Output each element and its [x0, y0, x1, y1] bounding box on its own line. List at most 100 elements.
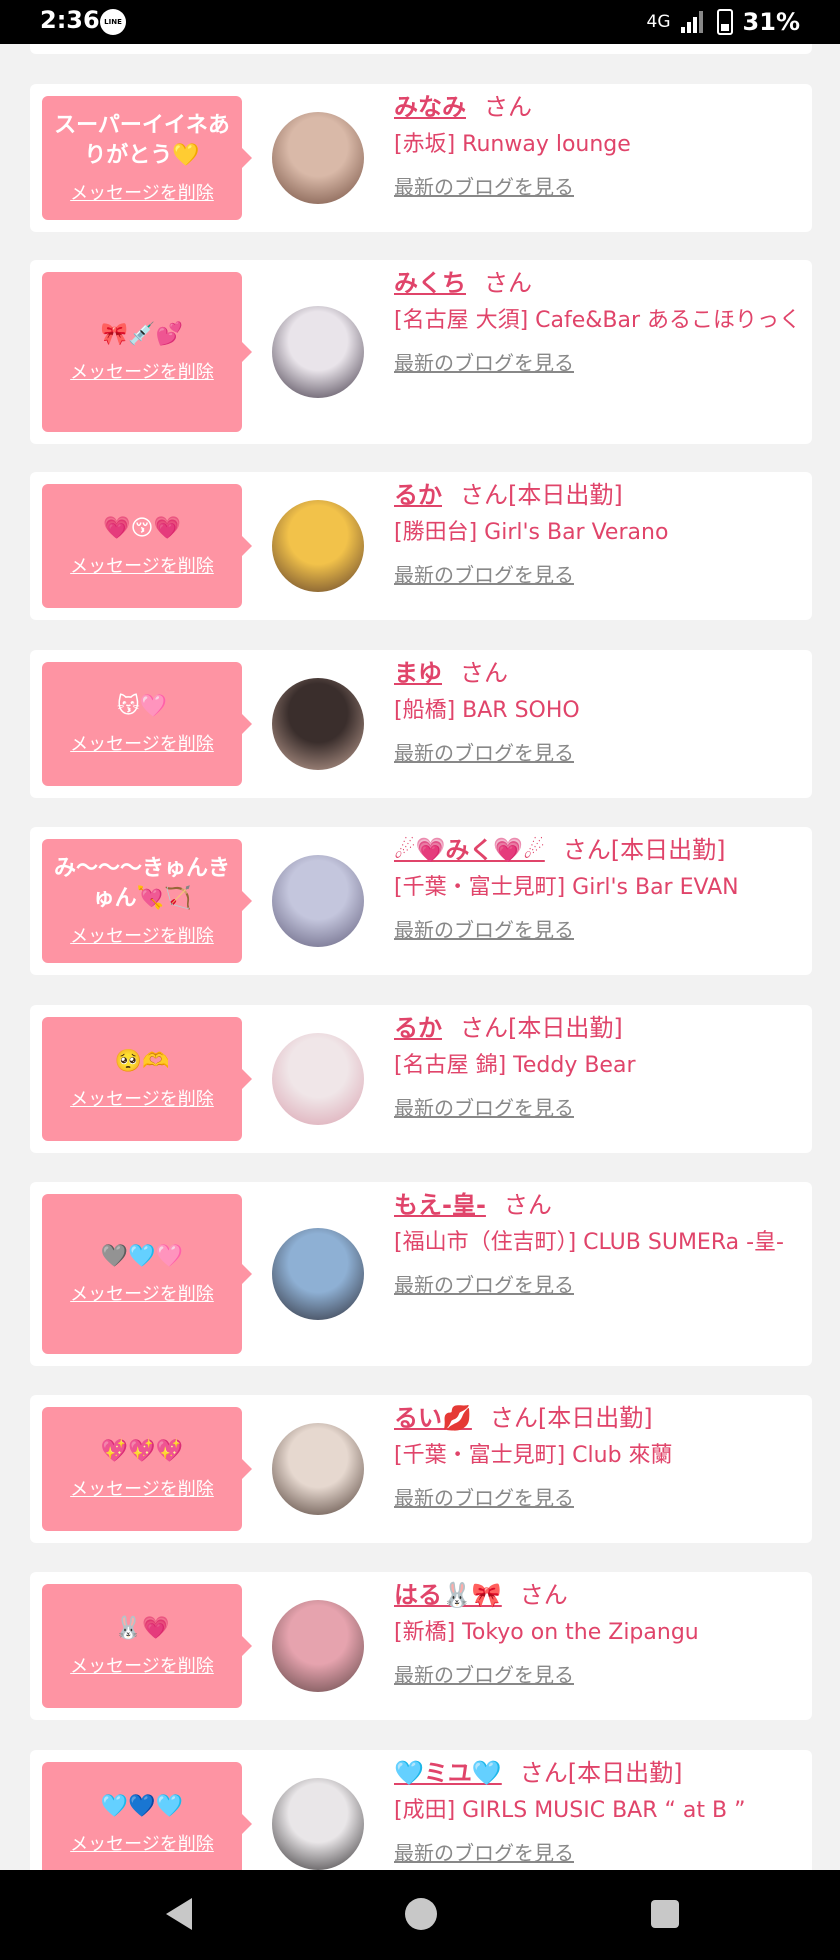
delete-message-link[interactable]: メッセージを削除 [50, 1652, 234, 1678]
profile-info: 🩵ミユ🩵 さん[本日出勤] [成田] GIRLS MUSIC BAR “ at B … [394, 1756, 804, 1868]
profile-name-link[interactable]: るか [394, 1014, 442, 1042]
delete-message-link[interactable]: メッセージを削除 [50, 1280, 234, 1306]
shop-name: [名古屋 大須] Cafe&Bar あるこほりっく [394, 308, 802, 333]
attendance-status: [本日出勤] [610, 836, 726, 864]
back-icon[interactable] [166, 1898, 192, 1930]
latest-blog-link[interactable]: 最新のブログを見る [394, 1093, 804, 1123]
shop-name: [名古屋 錦] Teddy Bear [394, 1053, 636, 1078]
name-row: るい💋 さん[本日出勤] [394, 1401, 804, 1435]
honorific: さん [519, 1759, 568, 1787]
avatar[interactable] [272, 112, 364, 204]
avatar[interactable] [272, 1600, 364, 1692]
message-text: 🩶🩵🩷 [100, 1244, 184, 1269]
profile-name-link[interactable]: るい💋 [394, 1404, 472, 1432]
avatar[interactable] [272, 500, 364, 592]
honorific: さん [460, 659, 508, 687]
message-card: スーパーイイネありがとう💛 メッセージを削除 みなみ さん [赤坂] Runway lo… [30, 84, 812, 232]
message-card: 🥺🫶 メッセージを削除 るか さん[本日出勤] [名古屋 錦] Teddy Bear 最新… [30, 1005, 812, 1153]
message-card: 💗😚💗 メッセージを削除 るか さん[本日出勤] [勝田台] Girl's Bar Ve… [30, 472, 812, 620]
avatar[interactable] [272, 1778, 364, 1870]
delete-message-link[interactable]: メッセージを削除 [50, 730, 234, 756]
latest-blog-link[interactable]: 最新のブログを見る [394, 348, 804, 378]
message-text: 🩵💙🩵 [100, 1794, 184, 1819]
attendance-status: [本日出勤] [567, 1759, 683, 1787]
profile-info: はる🐰🎀 さん [新橋] Tokyo on the Zipangu 最新のブログを見る [394, 1578, 804, 1690]
shop-name: [千葉・富士見町] Girl's Bar EVAN [394, 875, 739, 900]
latest-blog-link[interactable]: 最新のブログを見る [394, 738, 804, 768]
delete-message-link[interactable]: メッセージを削除 [50, 922, 234, 948]
honorific: さん [503, 1191, 552, 1219]
message-bubble: 💗😚💗 メッセージを削除 [42, 484, 252, 608]
message-card: み〜〜〜きゅんきゅん💘🏹 メッセージを削除 ☄💗みく💗☄ さん[本日出勤] [千葉・富士… [30, 827, 812, 975]
latest-blog-link[interactable]: 最新のブログを見る [394, 1838, 804, 1868]
profile-name-link[interactable]: みなみ [394, 93, 466, 121]
message-text: 🐰💗 [114, 1616, 170, 1641]
honorific: さん [484, 93, 532, 121]
previous-card-edge [30, 44, 812, 54]
name-row: るか さん[本日出勤] [394, 478, 804, 512]
name-row: もえ-皇- さん [394, 1188, 804, 1222]
profile-info: まゆ さん [船橋] BAR SOHO 最新のブログを見る [394, 656, 804, 768]
profile-info: るか さん[本日出勤] [名古屋 錦] Teddy Bear 最新のブログを見る [394, 1011, 804, 1123]
avatar[interactable] [272, 1423, 364, 1515]
message-text: 😽🩷 [116, 694, 168, 719]
profile-name-link[interactable]: まゆ [394, 659, 442, 687]
delete-message-link[interactable]: メッセージを削除 [50, 1830, 234, 1856]
profile-name-link[interactable]: みくち [394, 269, 466, 297]
delete-message-link[interactable]: メッセージを削除 [50, 358, 234, 384]
profile-info: みなみ さん [赤坂] Runway lounge 最新のブログを見る [394, 90, 804, 202]
message-text: 💖💖💖 [100, 1439, 184, 1464]
latest-blog-link[interactable]: 最新のブログを見る [394, 915, 804, 945]
navigation-bar [0, 1870, 840, 1960]
shop-name: [新橋] Tokyo on the Zipangu [394, 1620, 699, 1645]
profile-name-link[interactable]: もえ-皇- [394, 1191, 486, 1219]
avatar[interactable] [272, 678, 364, 770]
message-text: 🥺🫶 [114, 1049, 170, 1074]
message-card: 💖💖💖 メッセージを削除 るい💋 さん[本日出勤] [千葉・富士見町] Club 來蘭最… [30, 1395, 812, 1543]
status-bar: 2:36 LINE 4G 31% [0, 0, 840, 44]
latest-blog-link[interactable]: 最新のブログを見る [394, 560, 804, 590]
message-text: 🎀💉💕 [100, 322, 184, 347]
recent-apps-icon[interactable] [651, 1900, 679, 1928]
message-card: 🐰💗 メッセージを削除 はる🐰🎀 さん [新橋] Tokyo on the Zipang… [30, 1572, 812, 1720]
profile-name-link[interactable]: 🩵ミユ🩵 [394, 1759, 502, 1787]
profile-name-link[interactable]: ☄💗みく💗☄ [394, 836, 545, 864]
name-row: 🩵ミユ🩵 さん[本日出勤] [394, 1756, 804, 1790]
name-row: るか さん[本日出勤] [394, 1011, 804, 1045]
latest-blog-link[interactable]: 最新のブログを見る [394, 1483, 804, 1513]
battery-percent: 31% [742, 8, 800, 36]
latest-blog-link[interactable]: 最新のブログを見る [394, 1270, 804, 1300]
avatar[interactable] [272, 1228, 364, 1320]
profile-name-link[interactable]: はる🐰🎀 [394, 1581, 502, 1609]
message-list[interactable]: スーパーイイネありがとう💛 メッセージを削除 みなみ さん [赤坂] Runway lo… [0, 44, 840, 1870]
delete-message-link[interactable]: メッセージを削除 [50, 179, 234, 205]
delete-message-link[interactable]: メッセージを削除 [50, 1085, 234, 1111]
honorific: さん [460, 481, 508, 509]
message-bubble: 🩶🩵🩷 メッセージを削除 [42, 1194, 252, 1354]
message-bubble: 🥺🫶 メッセージを削除 [42, 1017, 252, 1141]
name-row: はる🐰🎀 さん [394, 1578, 804, 1612]
avatar[interactable] [272, 1033, 364, 1125]
avatar[interactable] [272, 306, 364, 398]
home-icon[interactable] [405, 1898, 437, 1930]
message-text: 💗😚💗 [103, 516, 181, 541]
delete-message-link[interactable]: メッセージを削除 [50, 1475, 234, 1501]
attendance-status: [本日出勤] [508, 481, 623, 509]
message-card: 🩶🩵🩷 メッセージを削除 もえ-皇- さん [福山市（住吉町）] CLUB SUMERa… [30, 1182, 812, 1366]
status-time: 2:36 [40, 6, 100, 34]
message-bubble: み〜〜〜きゅんきゅん💘🏹 メッセージを削除 [42, 839, 252, 963]
name-row: ☄💗みく💗☄ さん[本日出勤] [394, 833, 804, 867]
honorific: さん [519, 1581, 568, 1609]
shop-name: [千葉・富士見町] Club 來蘭 [394, 1443, 673, 1468]
message-bubble: 🐰💗 メッセージを削除 [42, 1584, 252, 1708]
message-bubble: 😽🩷 メッセージを削除 [42, 662, 252, 786]
profile-name-link[interactable]: るか [394, 481, 442, 509]
latest-blog-link[interactable]: 最新のブログを見る [394, 172, 804, 202]
profile-info: みくち さん [名古屋 大須] Cafe&Bar あるこほりっく 最新のブログを見る [394, 266, 804, 378]
latest-blog-link[interactable]: 最新のブログを見る [394, 1660, 804, 1690]
message-bubble: 🩵💙🩵 メッセージを削除 [42, 1762, 252, 1870]
honorific: さん [489, 1404, 538, 1432]
profile-info: もえ-皇- さん [福山市（住吉町）] CLUB SUMERa -皇- 最新のブログを… [394, 1188, 804, 1300]
avatar[interactable] [272, 855, 364, 947]
delete-message-link[interactable]: メッセージを削除 [50, 552, 234, 578]
